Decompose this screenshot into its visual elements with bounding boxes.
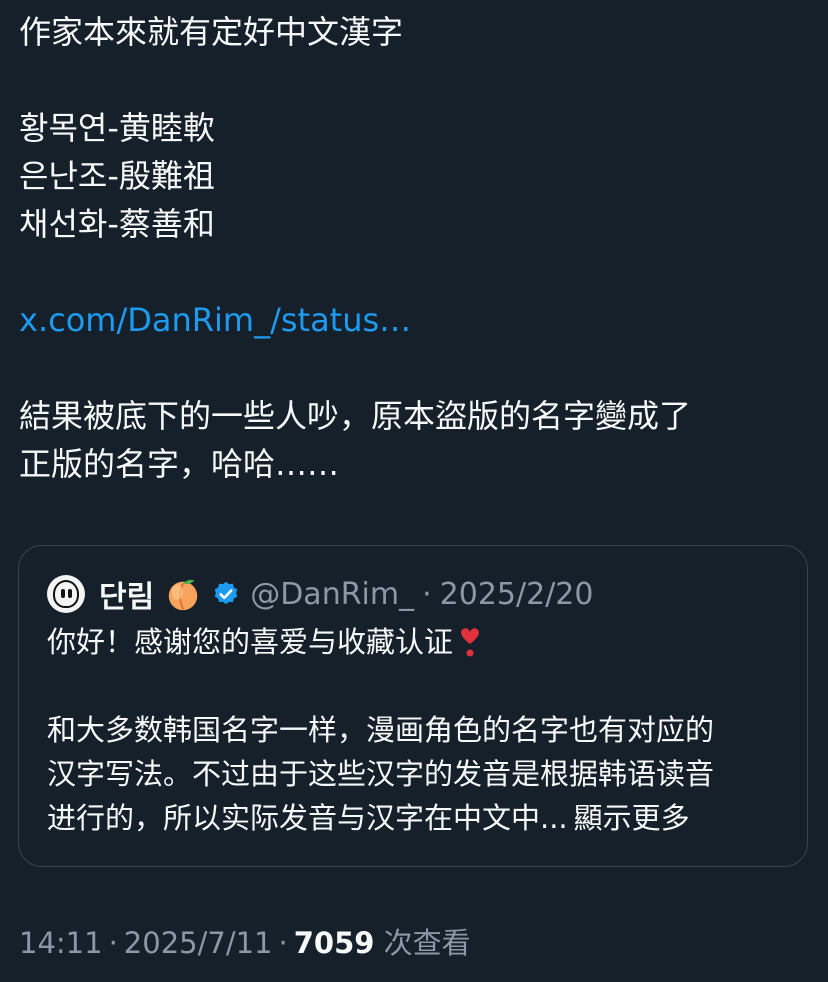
avatar-eye (68, 589, 72, 598)
tweet-line: 結果被底下的一些人吵，原本盜版的名字變成了 (19, 397, 692, 435)
quote-line-text: 你好！感谢您的喜爱与收藏认证 (47, 625, 454, 659)
quote-line-text: 进行的，所以实际发音与汉字在中文中... (47, 801, 568, 835)
tweet-time[interactable]: 14:11 (19, 926, 103, 960)
quote-body: 你好！感谢您的喜爱与收藏认证 和大多数韩国名字一样，漫画角色的名字也有对应的 汉… (47, 620, 787, 840)
tweet-line: 채선화-蔡善和 (19, 205, 215, 243)
show-more-link[interactable]: 顯示更多 (574, 801, 690, 835)
quote-line: 汉字写法。不过由于这些汉字的发音是根据韩语读音 (47, 757, 715, 791)
tweet-meta: 14:11 · 2025/7/11 · 7059 次查看 (19, 920, 471, 962)
quote-line: 进行的，所以实际发音与汉字在中文中... 顯示更多 (47, 796, 787, 840)
views-count: 7059 (293, 926, 375, 960)
tweet-link[interactable]: x.com/DanRim_/status… (19, 296, 809, 344)
separator-dot: · (422, 576, 432, 612)
heart-exclamation-icon (461, 628, 479, 657)
tweet-line: 황목연-黄睦軟 (19, 109, 215, 147)
avatar[interactable] (47, 575, 85, 613)
verified-badge-icon (214, 581, 238, 605)
quote-author-name[interactable]: 단림 (99, 572, 154, 616)
tweet-date[interactable]: 2025/7/11 (124, 926, 273, 960)
avatar-eye (61, 589, 65, 598)
quote-tweet-card[interactable]: 단림 @DanRim_ · 2025/2/20 你好！感谢您的喜爱与收藏认证 和… (18, 545, 808, 867)
separator-dot: · (278, 926, 288, 960)
tweet-text: 作家本來就有定好中文漢字 황목연-黄睦軟 은난조-殷難祖 채선화-蔡善和 x.c… (19, 8, 809, 488)
quote-line: 你好！感谢您的喜爱与收藏认证 (47, 620, 787, 664)
tweet-line: 作家本來就有定好中文漢字 (19, 13, 404, 51)
quote-date[interactable]: 2025/2/20 (440, 577, 594, 612)
tweet-line: 은난조-殷難祖 (19, 157, 215, 195)
peach-emoji-icon (168, 579, 198, 611)
separator-dot: · (108, 926, 118, 960)
quote-header: 단림 @DanRim_ · 2025/2/20 (47, 572, 594, 616)
quote-author-handle[interactable]: @DanRim_ (250, 577, 414, 612)
views-label: 次查看 (383, 926, 471, 960)
tweet-line: 正版的名字，哈哈…… (19, 445, 340, 483)
quote-line: 和大多数韩国名字一样，漫画角色的名字也有对应的 (47, 713, 715, 747)
avatar-face (53, 580, 79, 608)
